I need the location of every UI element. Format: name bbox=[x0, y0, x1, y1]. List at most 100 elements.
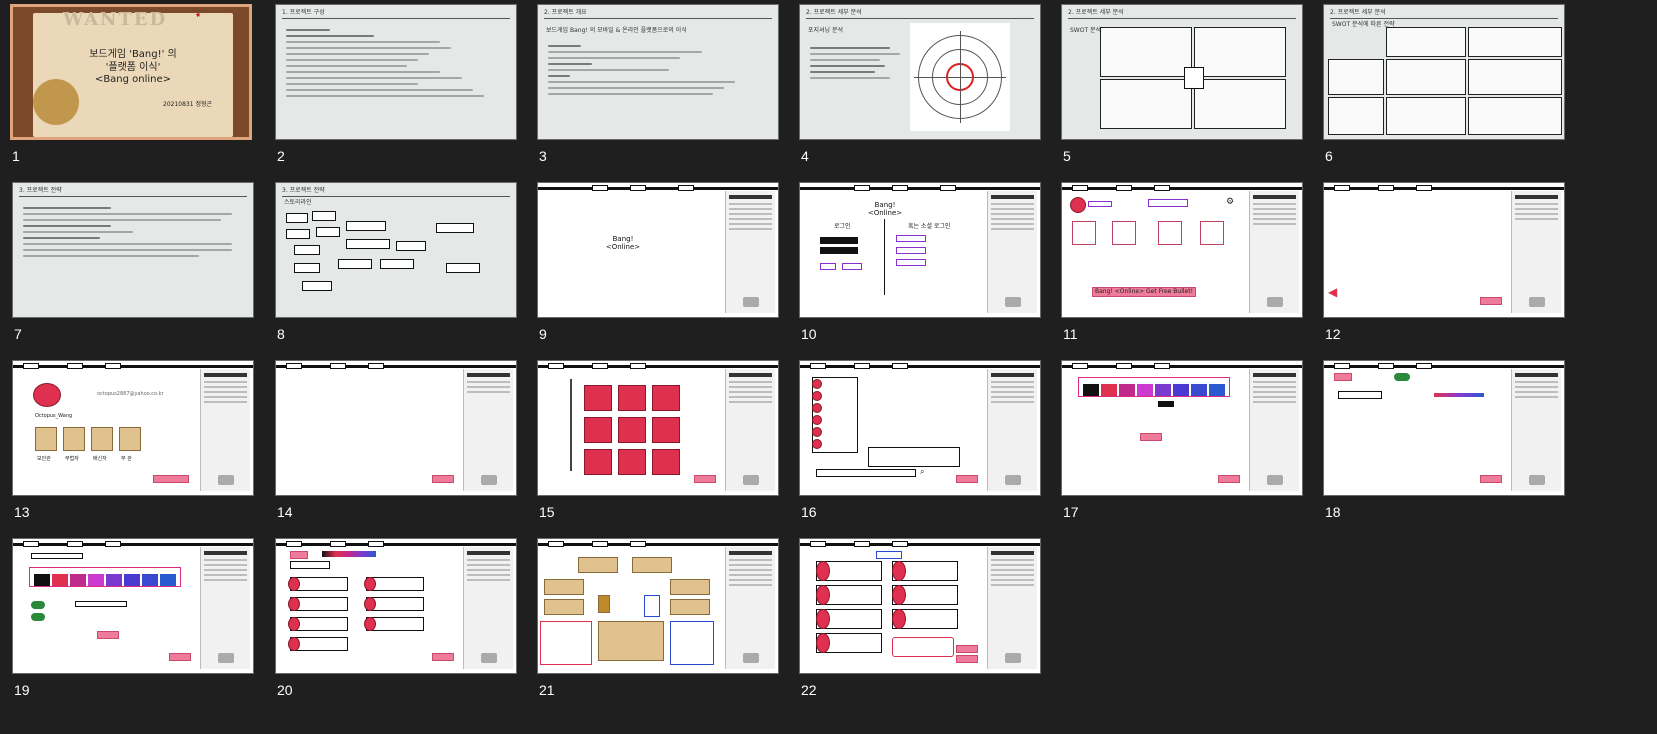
slide-thumbnail[interactable]: Bang! <Online> bbox=[537, 182, 779, 318]
slide-thumbnail[interactable]: ◀ bbox=[1323, 182, 1565, 318]
gear-icon[interactable]: ⚙ bbox=[1226, 197, 1234, 207]
social-login-button[interactable] bbox=[896, 259, 926, 266]
room-card[interactable] bbox=[584, 449, 612, 475]
slide-thumbnail[interactable]: 2. 프로젝트 세부 분석 SWOT 분석 bbox=[1061, 4, 1303, 140]
slide-thumbnail[interactable]: 2. 프로젝트 세부 분석 포지셔닝 분석 bbox=[799, 4, 1041, 140]
slide-thumbnail[interactable]: 3. 프로젝트 전략 bbox=[12, 182, 254, 318]
slide-thumbnail[interactable]: ⌕ bbox=[799, 360, 1041, 496]
role-card[interactable] bbox=[119, 427, 141, 451]
avatar[interactable] bbox=[1070, 197, 1086, 213]
banner[interactable]: Bang! <Online> Get Free Bullet! bbox=[1092, 287, 1196, 297]
slide-thumbnail[interactable]: Octopus_Wang octopus2887@yahoo.co.kr 보안관… bbox=[12, 360, 254, 496]
action-button[interactable] bbox=[956, 645, 978, 653]
room-card[interactable] bbox=[652, 449, 680, 475]
role-label: 부 관 bbox=[121, 456, 132, 462]
notes-panel bbox=[200, 369, 250, 491]
input-field[interactable] bbox=[31, 553, 83, 559]
volume-slider[interactable] bbox=[1434, 393, 1484, 397]
input-field[interactable] bbox=[1338, 391, 1382, 399]
social-login-button[interactable] bbox=[896, 247, 926, 254]
room-card[interactable] bbox=[584, 385, 612, 411]
discard-pile[interactable] bbox=[644, 595, 660, 617]
notes-panel bbox=[200, 547, 250, 669]
find-button[interactable] bbox=[842, 263, 862, 270]
menu-card[interactable] bbox=[1200, 221, 1224, 245]
slide-thumbnail[interactable]: 1. 프로젝트 구성 bbox=[275, 4, 517, 140]
slide-number: 9 bbox=[539, 326, 547, 342]
room-card[interactable] bbox=[618, 417, 646, 443]
hand-area[interactable] bbox=[540, 621, 592, 665]
slide-thumbnail[interactable] bbox=[275, 360, 517, 496]
menu-card[interactable] bbox=[1072, 221, 1096, 245]
slide-thumbnail[interactable]: Bang! <Online> 로그인 혹는 소셜 로그인 bbox=[799, 182, 1041, 318]
back-button[interactable] bbox=[1334, 373, 1352, 381]
room-card[interactable] bbox=[584, 417, 612, 443]
action-button[interactable] bbox=[1480, 297, 1502, 305]
slide-thumbnail[interactable]: 2. 프로젝트 개요 보드게임 Bang! 의 모바일 & 온라인 플랫폼으로의… bbox=[537, 4, 779, 140]
action-button[interactable] bbox=[956, 475, 978, 483]
input-field[interactable] bbox=[75, 601, 127, 607]
avatar[interactable] bbox=[33, 383, 61, 407]
toggle-switch[interactable] bbox=[1394, 373, 1410, 381]
menu-card[interactable] bbox=[1158, 221, 1182, 245]
role-card[interactable] bbox=[35, 427, 57, 451]
action-button[interactable] bbox=[432, 475, 454, 483]
toggle-switch[interactable] bbox=[31, 613, 45, 621]
slide-thumbnail[interactable]: 2. 프로젝트 세부 분석 SWOT 분석에 따른 전략 bbox=[1323, 4, 1565, 140]
notes-panel bbox=[463, 369, 513, 491]
room-card[interactable] bbox=[618, 449, 646, 475]
slide-thumbnail[interactable]: 3. 프로젝트 전략 스토리라인 bbox=[275, 182, 517, 318]
slide-thumbnail[interactable] bbox=[12, 538, 254, 674]
slide-thumbnail[interactable] bbox=[799, 538, 1041, 674]
signup-button[interactable] bbox=[820, 263, 836, 270]
slide-body bbox=[23, 203, 243, 261]
slide-number: 13 bbox=[14, 504, 30, 520]
action-button[interactable] bbox=[1480, 475, 1502, 483]
strategy-box bbox=[1468, 59, 1562, 95]
slide-thumbnail[interactable] bbox=[1323, 360, 1565, 496]
toggle-switch[interactable] bbox=[31, 601, 45, 609]
empty-slot[interactable] bbox=[892, 637, 954, 657]
slide-number: 1 bbox=[12, 148, 20, 164]
friend-avatar bbox=[812, 391, 822, 401]
search-icon[interactable]: ⌕ bbox=[920, 467, 924, 477]
confirm-button[interactable] bbox=[1140, 433, 1162, 441]
confirm-button[interactable] bbox=[97, 631, 119, 639]
room-card[interactable] bbox=[652, 417, 680, 443]
slide-thumbnail[interactable]: ⚙ Bang! <Online> Get Free Bullet! bbox=[1061, 182, 1303, 318]
id-field[interactable] bbox=[820, 237, 858, 244]
slide-thumbnail[interactable] bbox=[537, 360, 779, 496]
player-avatar bbox=[364, 597, 376, 611]
slide-thumbnail[interactable]: WANTED ★ 보드게임 'Bang!' 의 '플랫폼 이식' <Bang o… bbox=[10, 4, 252, 140]
password-field[interactable] bbox=[820, 247, 858, 254]
room-card[interactable] bbox=[652, 385, 680, 411]
action-button[interactable] bbox=[169, 653, 191, 661]
back-arrow-icon[interactable]: ◀ bbox=[1328, 285, 1337, 299]
action-button[interactable] bbox=[956, 655, 978, 663]
divider bbox=[544, 18, 772, 19]
input-field[interactable] bbox=[290, 561, 330, 569]
action-button[interactable] bbox=[432, 653, 454, 661]
slide-thumbnail[interactable] bbox=[537, 538, 779, 674]
back-button[interactable] bbox=[290, 551, 308, 559]
social-login-button[interactable] bbox=[896, 235, 926, 242]
player-board bbox=[670, 599, 710, 615]
story-node bbox=[346, 239, 390, 249]
divider bbox=[282, 196, 510, 197]
player-avatar bbox=[288, 617, 300, 631]
story-node bbox=[346, 221, 386, 231]
action-button[interactable] bbox=[153, 475, 189, 483]
role-card[interactable] bbox=[63, 427, 85, 451]
search-input[interactable] bbox=[816, 469, 916, 477]
action-button[interactable] bbox=[694, 475, 716, 483]
role-card[interactable] bbox=[91, 427, 113, 451]
room-card[interactable] bbox=[618, 385, 646, 411]
action-button[interactable] bbox=[1218, 475, 1240, 483]
slide-thumbnail[interactable] bbox=[275, 538, 517, 674]
player-avatar bbox=[816, 585, 830, 605]
card-deck[interactable] bbox=[598, 595, 610, 613]
chat-box[interactable] bbox=[868, 447, 960, 467]
menu-card[interactable] bbox=[1112, 221, 1136, 245]
slide-thumbnail[interactable] bbox=[1061, 360, 1303, 496]
notes-panel bbox=[1511, 191, 1561, 313]
